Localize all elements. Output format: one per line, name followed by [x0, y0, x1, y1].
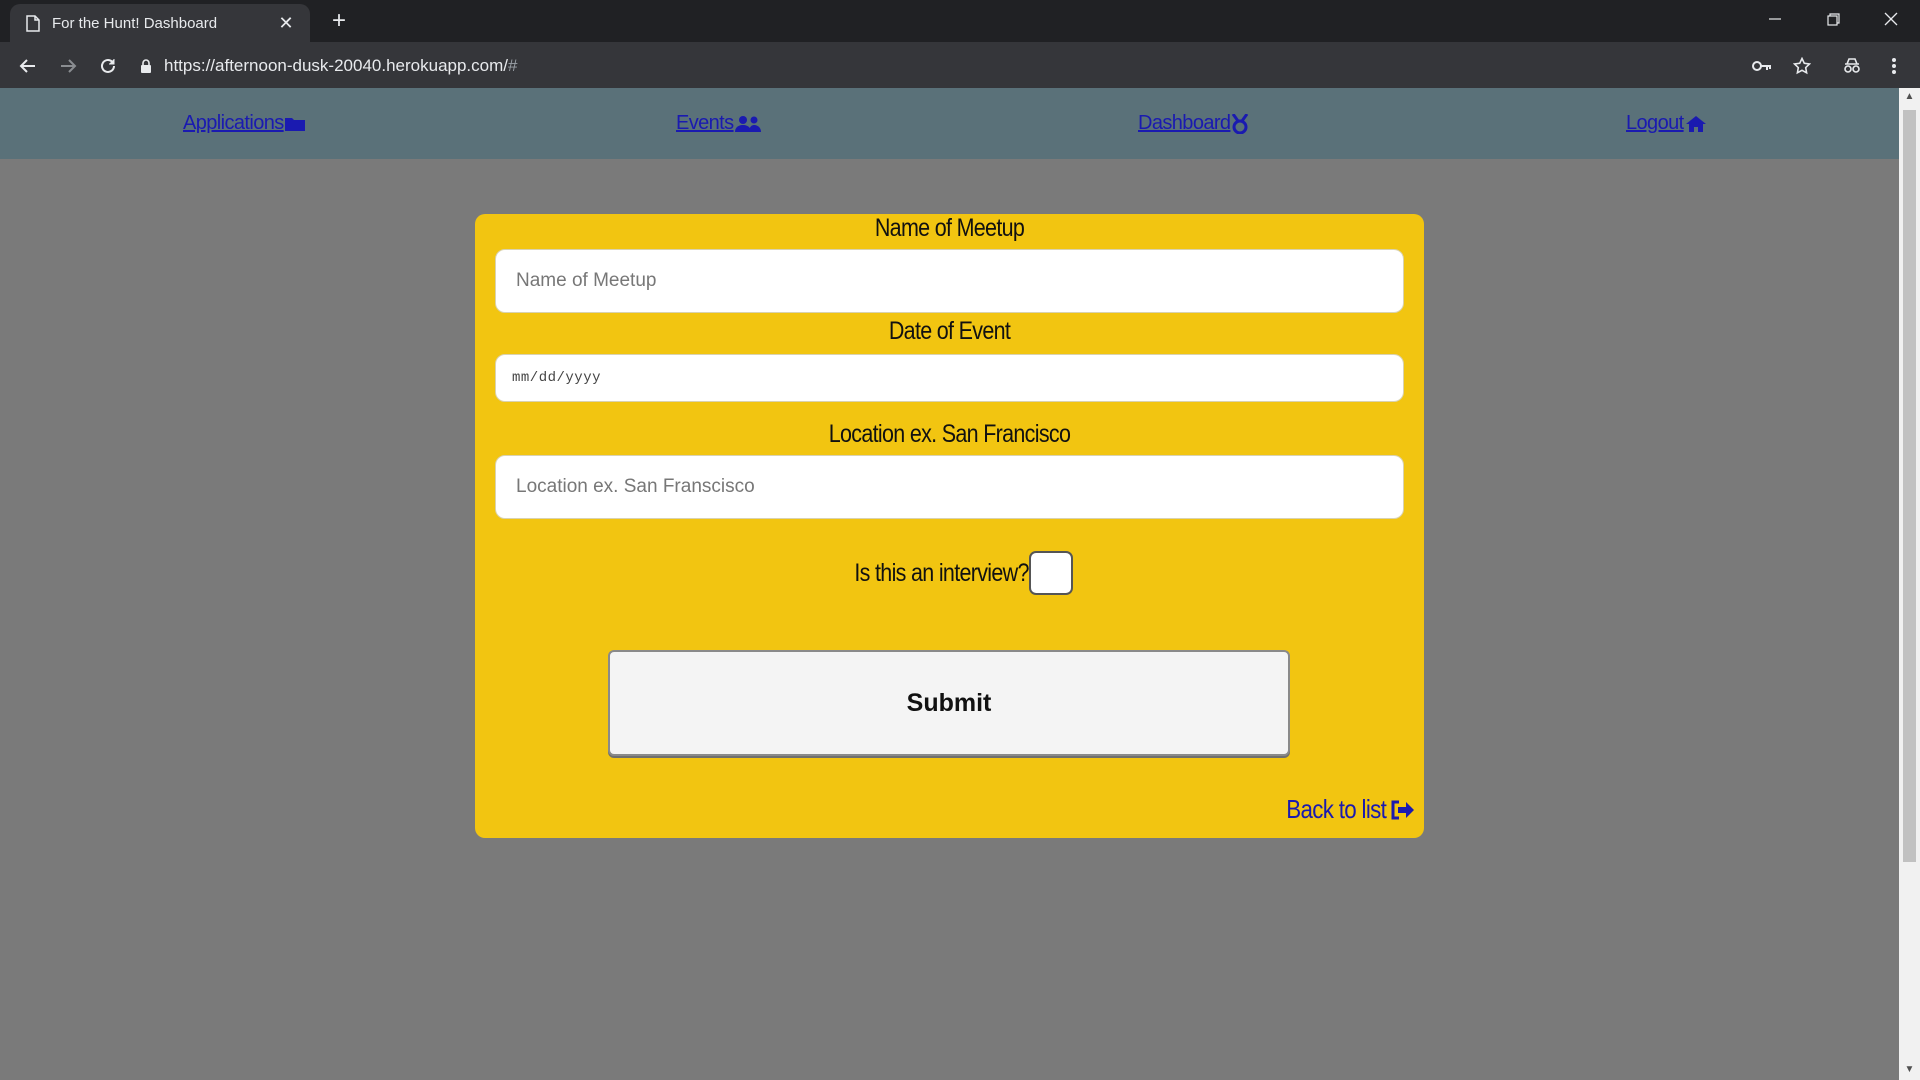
password-key-button[interactable] [1748, 52, 1776, 80]
restore-icon [1826, 12, 1840, 26]
window-controls [1746, 0, 1920, 42]
key-icon [1752, 61, 1771, 71]
page-viewport: Applications Events Dashboard Logout Nam… [0, 88, 1899, 1080]
scroll-up-arrow-icon[interactable]: ▲ [1904, 91, 1915, 102]
restore-button[interactable] [1804, 0, 1862, 38]
more-vert-icon [1892, 58, 1896, 74]
users-icon [734, 115, 761, 132]
folder-icon [284, 117, 305, 131]
nav-link-applications[interactable]: Applications [183, 112, 305, 135]
bookmark-button[interactable] [1788, 52, 1816, 80]
location-label: Location ex. San Francisco [828, 420, 1071, 448]
tab-title: For the Hunt! Dashboard [52, 14, 218, 32]
lock-icon [141, 59, 151, 73]
name-of-meetup-input[interactable] [495, 249, 1404, 313]
medal-icon [1232, 113, 1249, 134]
interview-label: Is this an interview? [854, 558, 1030, 587]
browser-tab[interactable]: For the Hunt! Dashboard ✕ [10, 4, 310, 42]
interview-row: Is this an interview? [475, 550, 1424, 596]
date-of-event-label: Date of Event [888, 317, 1011, 345]
nav-link-events[interactable]: Events [676, 112, 761, 135]
back-button[interactable] [14, 52, 42, 80]
sign-out-icon [1391, 800, 1414, 819]
reload-button[interactable] [94, 52, 122, 80]
location-input[interactable] [495, 455, 1404, 519]
date-of-event-input[interactable]: mm/dd/yyyy [495, 354, 1404, 402]
incognito-icon [1844, 58, 1860, 73]
app-navbar: Applications Events Dashboard Logout [0, 88, 1899, 159]
close-tab-icon[interactable]: ✕ [276, 13, 296, 34]
nav-link-logout[interactable]: Logout [1626, 112, 1707, 135]
page-scrollbar[interactable]: ▲ ▼ [1899, 88, 1920, 1080]
scrollbar-thumb[interactable] [1903, 110, 1916, 862]
nav-label-dashboard: Dashboard [1138, 112, 1231, 134]
star-icon [1793, 57, 1811, 75]
close-icon [1884, 12, 1898, 26]
minimize-button[interactable] [1746, 0, 1804, 38]
submit-button[interactable]: Submit [608, 650, 1290, 756]
close-window-button[interactable] [1862, 0, 1920, 38]
incognito-button[interactable] [1838, 52, 1866, 80]
back-to-list-label: Back to list [1286, 794, 1387, 824]
url-hash: # [508, 56, 518, 75]
nav-link-dashboard[interactable]: Dashboard [1138, 112, 1249, 135]
arrow-right-icon [61, 59, 77, 73]
name-of-meetup-label: Name of Meetup [874, 214, 1025, 242]
new-event-form-card: Name of Meetup Date of Event mm/dd/yyyy … [475, 214, 1424, 838]
url-text: https://afternoon-dusk-20040.herokuapp.c… [164, 56, 517, 76]
back-to-list-link[interactable]: Back to list [1270, 794, 1414, 825]
scroll-down-arrow-icon[interactable]: ▼ [1904, 1064, 1915, 1075]
address-bar[interactable]: https://afternoon-dusk-20040.herokuapp.c… [140, 50, 1720, 82]
home-icon [1685, 115, 1706, 132]
page-icon [26, 14, 40, 32]
browser-titlebar: For the Hunt! Dashboard ✕ + [0, 0, 1920, 42]
browser-menu-button[interactable] [1880, 52, 1908, 80]
forward-button[interactable] [54, 52, 82, 80]
nav-label-events: Events [676, 112, 734, 134]
url-main: https://afternoon-dusk-20040.herokuapp.c… [164, 56, 508, 75]
interview-checkbox[interactable] [1028, 551, 1073, 595]
minimize-icon [1769, 18, 1781, 20]
browser-toolbar: https://afternoon-dusk-20040.herokuapp.c… [0, 42, 1920, 88]
arrow-left-icon [19, 59, 35, 73]
nav-label-logout: Logout [1626, 112, 1684, 134]
new-tab-button[interactable]: + [326, 8, 352, 34]
nav-label-applications: Applications [183, 112, 284, 134]
reload-icon [101, 58, 115, 73]
